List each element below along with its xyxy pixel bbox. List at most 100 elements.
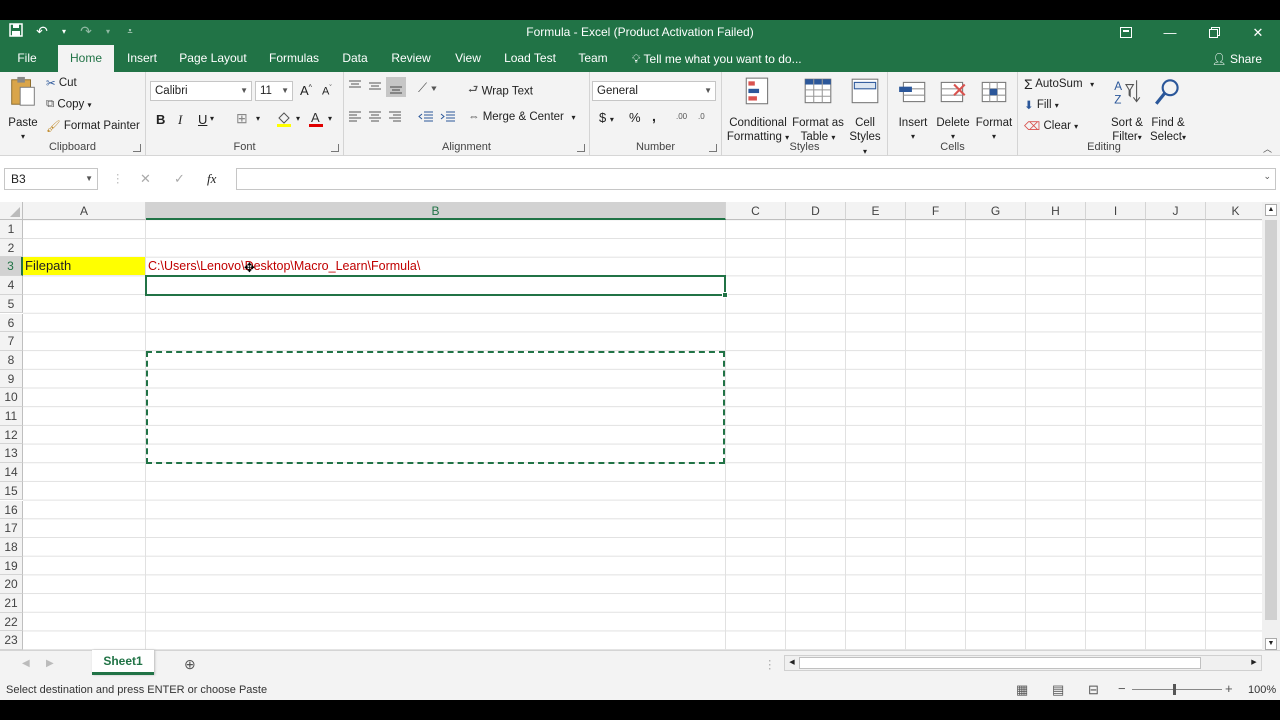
scroll-left-icon[interactable]: ◀: [786, 657, 798, 669]
next-sheet-icon[interactable]: ▶: [46, 658, 54, 669]
row-header-2[interactable]: 2: [0, 238, 23, 258]
alignment-launcher-icon[interactable]: [577, 144, 585, 152]
cell-a2[interactable]: Filepath: [23, 257, 145, 275]
column-header-c[interactable]: C: [726, 202, 786, 220]
row-header-23[interactable]: 23: [0, 631, 23, 650]
fill-color-icon[interactable]: [276, 110, 292, 131]
increase-indent-icon[interactable]: [440, 110, 456, 125]
font-launcher-icon[interactable]: [331, 144, 339, 152]
fill-handle[interactable]: [722, 292, 728, 298]
row-header-17[interactable]: 17: [0, 519, 23, 538]
row-header-1[interactable]: 1: [0, 220, 23, 239]
clipboard-launcher-icon[interactable]: [133, 144, 141, 152]
column-header-e[interactable]: E: [846, 202, 906, 220]
clear-button[interactable]: ⌫ Clear ▾: [1024, 119, 1078, 133]
paste-button[interactable]: Paste ▾: [6, 76, 40, 144]
scroll-down-icon[interactable]: ▼: [1265, 638, 1277, 650]
copy-button[interactable]: ⧉ Copy ▾: [46, 98, 92, 111]
normal-view-icon[interactable]: ▦: [1016, 682, 1028, 698]
name-box[interactable]: B3 ▼: [4, 168, 98, 190]
tab-team[interactable]: Team: [576, 45, 610, 72]
expand-formula-bar-icon[interactable]: ⌄: [1263, 171, 1271, 182]
find-select-button[interactable]: Find & Select▾: [1148, 76, 1188, 145]
tab-view[interactable]: View: [452, 45, 484, 72]
zoom-slider[interactable]: [1132, 689, 1222, 690]
top-align-icon[interactable]: [348, 80, 362, 95]
cut-button[interactable]: ✂ Cut: [46, 76, 77, 90]
scroll-up-icon[interactable]: ▲: [1265, 204, 1277, 216]
selected-cell-b3[interactable]: [145, 275, 726, 296]
number-launcher-icon[interactable]: [709, 144, 717, 152]
insert-function-icon[interactable]: fx: [207, 171, 216, 187]
column-header-i[interactable]: I: [1086, 202, 1146, 220]
row-header-5[interactable]: 5: [0, 294, 23, 314]
number-format-combo[interactable]: General ▼: [592, 81, 716, 101]
sort-filter-button[interactable]: AZ Sort & Filter▾: [1106, 76, 1148, 145]
row-header-3[interactable]: 3: [0, 257, 23, 277]
zoom-slider-thumb[interactable]: [1173, 684, 1176, 695]
row-header-19[interactable]: 19: [0, 556, 23, 576]
column-header-k[interactable]: K: [1206, 202, 1262, 220]
minimize-icon[interactable]: —: [1148, 20, 1192, 45]
autosum-button[interactable]: Σ AutoSum ▾: [1024, 76, 1094, 92]
row-header-18[interactable]: 18: [0, 537, 23, 557]
zoom-level[interactable]: 100%: [1248, 684, 1276, 696]
prev-sheet-icon[interactable]: ◀: [22, 658, 30, 669]
cell-b2[interactable]: C:\Users\Lenovo\Desktop\Macro_Learn\Form…: [147, 257, 725, 275]
decrease-decimal-button[interactable]: .0: [698, 112, 705, 121]
column-header-j[interactable]: J: [1146, 202, 1206, 220]
horizontal-scrollbar[interactable]: ◀ ▶: [784, 655, 1262, 671]
tab-home[interactable]: Home: [58, 45, 114, 72]
insert-cells-button[interactable]: Insert ▾: [894, 76, 932, 144]
orientation-icon[interactable]: ⟋ ▾: [418, 80, 437, 96]
column-header-f[interactable]: F: [906, 202, 966, 220]
align-left-icon[interactable]: [348, 110, 362, 125]
column-header-b[interactable]: B: [146, 202, 726, 220]
conditional-formatting-button[interactable]: Conditional Formatting ▾: [726, 76, 790, 145]
italic-button[interactable]: I: [178, 112, 182, 128]
row-header-15[interactable]: 15: [0, 481, 23, 501]
share-button[interactable]: 👤︎ Share: [1203, 49, 1270, 69]
tab-review[interactable]: Review: [390, 45, 432, 72]
formula-input[interactable]: ⌄: [236, 168, 1276, 190]
percent-button[interactable]: %: [629, 110, 641, 125]
tab-formulas[interactable]: Formulas: [266, 45, 322, 72]
decrease-font-size-icon[interactable]: Aˇ: [322, 85, 332, 98]
format-as-table-button[interactable]: Format as Table ▾: [792, 76, 844, 145]
column-header-h[interactable]: H: [1026, 202, 1086, 220]
vertical-scrollbar[interactable]: ▲ ▼: [1262, 202, 1280, 652]
format-painter-button[interactable]: 🖌︎ Format Painter: [46, 119, 140, 133]
sheet-tab-sheet1[interactable]: Sheet1: [92, 650, 154, 675]
column-header-a[interactable]: A: [23, 202, 146, 220]
align-right-icon[interactable]: [388, 110, 402, 125]
tab-page-layout[interactable]: Page Layout: [178, 45, 248, 72]
tab-load-test[interactable]: Load Test: [502, 45, 558, 72]
row-header-22[interactable]: 22: [0, 612, 23, 632]
tab-file[interactable]: File: [12, 45, 42, 72]
scroll-thumb[interactable]: [1265, 220, 1277, 620]
underline-dropdown-icon[interactable]: ▾: [210, 114, 214, 123]
column-header-d[interactable]: D: [786, 202, 846, 220]
increase-decimal-button[interactable]: .00: [676, 112, 687, 121]
select-all-corner[interactable]: [0, 202, 23, 220]
row-header-16[interactable]: 16: [0, 500, 23, 520]
row-header-13[interactable]: 13: [0, 444, 23, 464]
borders-dropdown-icon[interactable]: ▾: [256, 114, 260, 123]
increase-font-size-icon[interactable]: A^: [300, 83, 312, 98]
delete-cells-button[interactable]: Delete ▾: [934, 76, 972, 144]
row-header-12[interactable]: 12: [0, 425, 23, 445]
tell-me-search[interactable]: 💡︎ Tell me what you want to do...: [632, 52, 802, 67]
tab-split-handle[interactable]: ⋮: [764, 657, 776, 671]
middle-align-icon[interactable]: [368, 80, 382, 95]
tab-insert[interactable]: Insert: [122, 45, 162, 72]
currency-button[interactable]: $ ▾: [599, 110, 614, 125]
borders-icon[interactable]: ⊞: [236, 110, 248, 127]
scroll-right-icon[interactable]: ▶: [1248, 657, 1260, 669]
restore-icon[interactable]: [1192, 20, 1236, 45]
align-center-icon[interactable]: [368, 110, 382, 125]
fill-color-dropdown-icon[interactable]: ▾: [296, 114, 300, 123]
collapse-ribbon-icon[interactable]: ︿: [1263, 142, 1272, 155]
row-header-10[interactable]: 10: [0, 388, 23, 407]
row-header-21[interactable]: 21: [0, 594, 23, 613]
zoom-out-icon[interactable]: −: [1118, 681, 1126, 696]
